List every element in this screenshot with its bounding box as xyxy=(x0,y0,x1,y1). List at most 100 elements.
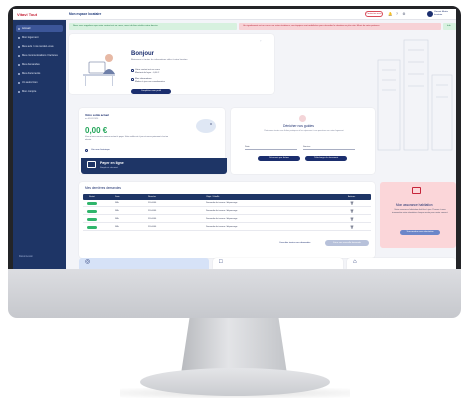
send-certificate-button[interactable]: Transmettre mon attestation xyxy=(400,230,440,235)
calendar-icon xyxy=(18,45,20,48)
insurance-description: Votre assurance habitation doit être à j… xyxy=(391,209,449,214)
request-icon xyxy=(18,63,20,66)
sidebar-item-factures[interactable]: Mes communications / factures xyxy=(16,52,63,59)
view-all-requests-link[interactable]: Consulter toutes mes demandes xyxy=(279,242,311,244)
avatar[interactable] xyxy=(427,11,433,17)
sidebar-item-logement[interactable]: Mon logement xyxy=(16,34,63,41)
contract-status: Votre contrat est en cours Montant du lo… xyxy=(135,69,160,74)
row-object: Demande de travaux / dépannage xyxy=(206,210,238,212)
check-icon xyxy=(131,69,134,72)
status-badge xyxy=(87,202,97,205)
date-field[interactable]: Date xyxy=(245,144,297,150)
sidebar-item-label: Mes avis / nos rendez-vous xyxy=(22,45,54,48)
monitor-stand-foot xyxy=(140,368,330,396)
sidebar-item-label: Mes communications / factures xyxy=(22,54,58,57)
guide-icon xyxy=(299,115,306,122)
bottom-card-3[interactable]: ⌂ xyxy=(347,258,456,269)
key-icon xyxy=(18,81,20,84)
greeting-subtitle: Retrouvez ici toutes les informations ut… xyxy=(131,59,188,61)
compass-icon: ◎ xyxy=(85,259,91,265)
sidebar-item-label: Mon compte xyxy=(22,90,37,93)
status-badge xyxy=(87,226,97,229)
check-icon xyxy=(131,78,134,81)
help-icon[interactable]: ? xyxy=(395,12,399,16)
pay-online-title: Payer en ligne xyxy=(100,161,124,165)
row-number: DX-0000 xyxy=(148,210,157,212)
building-icon xyxy=(18,36,20,39)
bottom-card-1[interactable]: ◎ xyxy=(79,258,209,269)
bell-icon[interactable]: 🔔 xyxy=(388,12,392,16)
sidebar-item-label: Un autre bien xyxy=(22,81,38,84)
user-role: locataire xyxy=(434,13,443,16)
space-title: Mon espace locataire xyxy=(69,12,102,16)
trash-icon[interactable]: 🗑 xyxy=(350,208,354,215)
lightbulb-icon: ◦ xyxy=(260,38,262,43)
guides-subtitle: Retrouvez toutes nos fiches pratiques et… xyxy=(264,130,344,132)
piggy-bank-icon xyxy=(196,119,216,133)
balance-description: Vous n'avez aucune somme restant à payer… xyxy=(85,136,169,141)
guides-title: Dénicher nos guides xyxy=(283,124,314,128)
profile-hint-text: Mettez à jour vos coordonnées xyxy=(135,80,165,83)
user-icon xyxy=(18,90,20,93)
home-icon: ⌂ xyxy=(353,259,357,265)
insurance-title: Mon assurance habitation xyxy=(396,203,433,207)
status-badge xyxy=(87,218,97,221)
credit-card-icon xyxy=(87,161,96,168)
sidebar-item-accueil[interactable]: Accueil xyxy=(16,25,63,32)
logout-link[interactable]: Déconnexion xyxy=(19,255,33,258)
sidebar-item-label: Mon logement xyxy=(22,36,39,39)
trash-icon[interactable]: 🗑 xyxy=(350,216,354,223)
bottom-card-2[interactable]: □ xyxy=(213,258,343,269)
balance-amount: 0,00 € xyxy=(85,126,108,135)
row-number: DX-0000 xyxy=(148,226,157,228)
balance-title: Votre solde actuel xyxy=(85,113,109,117)
shield-icon xyxy=(412,187,421,194)
new-request-button[interactable]: Faire une nouvelle demande xyxy=(325,240,369,246)
download-document-button[interactable]: Télécharger le document xyxy=(305,156,347,161)
monitor-stand-neck xyxy=(181,318,287,374)
sidebar-item-label: Mes demandes xyxy=(22,63,40,66)
gear-icon[interactable]: ⚙ xyxy=(402,12,406,16)
row-date: N/A xyxy=(115,202,119,204)
document-icon: □ xyxy=(219,259,223,265)
sidebar-item-rendez-vous[interactable]: Mes avis / nos rendez-vous xyxy=(16,43,63,50)
user-menu[interactable]: Vincent Martin locataire xyxy=(434,11,448,17)
sidebar-item-compte[interactable]: Mon compte xyxy=(16,88,63,95)
pay-online-subtitle: Simple et sécurisé xyxy=(100,167,118,169)
discover-theme-button[interactable]: Découvrir par thème xyxy=(258,156,300,161)
row-number: DX-0000 xyxy=(148,218,157,220)
desk-illustration xyxy=(83,54,115,86)
trash-icon[interactable]: 🗑 xyxy=(350,200,354,207)
row-object: Demande de travaux / dépannage xyxy=(206,202,238,204)
row-number: DX-0000 xyxy=(148,202,157,204)
service-field[interactable]: Service xyxy=(303,144,355,150)
invoice-icon xyxy=(18,54,20,57)
profile-status: Mes informations Mettez à jour vos coord… xyxy=(135,78,165,83)
history-link[interactable]: Voir mon historique xyxy=(91,149,110,151)
row-object: Demande de travaux / dépannage xyxy=(206,218,238,220)
brand-logo[interactable]: Vitavi Tout xyxy=(17,12,37,17)
sidebar-item-label: Mes documents xyxy=(22,72,41,75)
contact-button[interactable]: Contactez-nous xyxy=(365,11,383,17)
greeting-title: Bonjour xyxy=(131,51,154,57)
document-icon xyxy=(18,72,20,75)
row-date: N/A xyxy=(115,226,119,228)
complete-profile-button[interactable]: Compléter mon profil xyxy=(131,89,171,94)
sidebar-item-documents[interactable]: Mes documents xyxy=(16,70,63,77)
row-date: N/A xyxy=(115,218,119,220)
rent-amount-text: Montant du loyer : 0,00 € xyxy=(135,71,160,74)
row-date: N/A xyxy=(115,210,119,212)
history-icon xyxy=(85,149,88,152)
screen: Vitavi Tout Mon espace locataire Contact… xyxy=(13,9,456,269)
sidebar-item-autre-bien[interactable]: Un autre bien xyxy=(16,79,63,86)
row-object: Demande de travaux / dépannage xyxy=(206,226,238,228)
status-badge xyxy=(87,210,97,213)
sidebar-item-label: Accueil xyxy=(22,27,31,30)
monitor-chin xyxy=(8,269,461,318)
home-icon xyxy=(18,27,20,30)
city-illustration xyxy=(377,39,453,151)
sidebar-item-demandes[interactable]: Mes demandes xyxy=(16,61,63,68)
requests-title: Mes dernières demandes xyxy=(85,186,121,190)
trash-icon[interactable]: 🗑 xyxy=(350,224,354,231)
alert-info-green: Nous vous rappelons que votre contrat es… xyxy=(69,23,237,30)
